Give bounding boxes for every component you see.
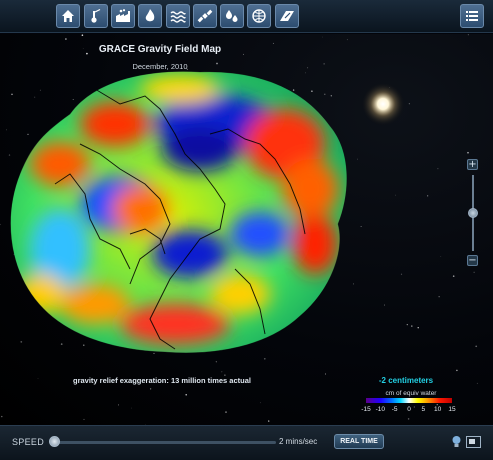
speed-value: 2 mins/sec [279, 437, 318, 446]
gravity-globe[interactable] [0, 34, 493, 425]
sun [361, 82, 405, 126]
thermometer-icon [91, 8, 101, 23]
water-drops-icon [226, 10, 238, 22]
satellite-button[interactable] [193, 4, 217, 28]
fullscreen-icon[interactable] [466, 436, 481, 448]
sea-level-waves-icon [170, 11, 186, 23]
legend-tick: -10 [375, 406, 386, 413]
legend-tick: 15 [448, 406, 456, 413]
legend-tick: 5 [421, 406, 426, 413]
sea-level-button[interactable] [166, 4, 190, 28]
zoom-out-button[interactable]: − [467, 255, 478, 266]
lightbulb-icon[interactable] [451, 435, 462, 449]
gravity-button[interactable] [247, 4, 271, 28]
zoom-slider-thumb[interactable] [468, 208, 478, 218]
map-title: GRACE Gravity Field Map [98, 44, 222, 55]
carbon-dioxide-button[interactable] [111, 4, 135, 28]
speed-label: SPEED [12, 437, 45, 447]
zoom-in-button[interactable]: + [467, 159, 478, 170]
ice-button[interactable] [275, 4, 299, 28]
legend-value: -2 centimeters [378, 376, 434, 385]
factory-co2-icon [116, 9, 130, 22]
legend-unit: cm of equiv water [385, 390, 437, 397]
top-toolbar [0, 0, 493, 33]
exaggeration-label: gravity relief exaggeration: 13 million … [73, 376, 251, 385]
ozone-button[interactable] [138, 4, 162, 28]
legend-tick: -15 [361, 406, 371, 413]
legend-color-scale [366, 398, 452, 403]
legend-tick: 10 [434, 406, 442, 413]
legend-tick: 0 [407, 406, 411, 413]
app-window: GRACE Gravity Field Map December, 2010 g… [0, 0, 493, 460]
flame-ozone-icon [145, 9, 155, 22]
ice-sheet-icon [280, 11, 294, 21]
map-date: December, 2010 [132, 62, 188, 71]
speed-slider-thumb[interactable] [49, 436, 60, 447]
legend-ticks: -15 -10 -5 0 5 10 15 [361, 406, 456, 416]
gravity-globe-icon [252, 9, 266, 23]
bottom-bar: SPEED 2 mins/sec REAL TIME [0, 425, 493, 460]
home-icon [62, 10, 74, 22]
home-button[interactable] [56, 4, 80, 28]
menu-button[interactable] [460, 4, 484, 28]
gravity-scene[interactable]: GRACE Gravity Field Map December, 2010 g… [0, 34, 493, 425]
legend-tick: -5 [391, 406, 398, 413]
satellite-icon [197, 9, 213, 23]
list-icon [466, 11, 478, 21]
temperature-button[interactable] [84, 4, 108, 28]
speed-slider-track[interactable] [54, 441, 276, 444]
real-time-button[interactable]: REAL TIME [334, 434, 384, 449]
gravity-color-field [10, 71, 347, 353]
water-button[interactable] [220, 4, 244, 28]
